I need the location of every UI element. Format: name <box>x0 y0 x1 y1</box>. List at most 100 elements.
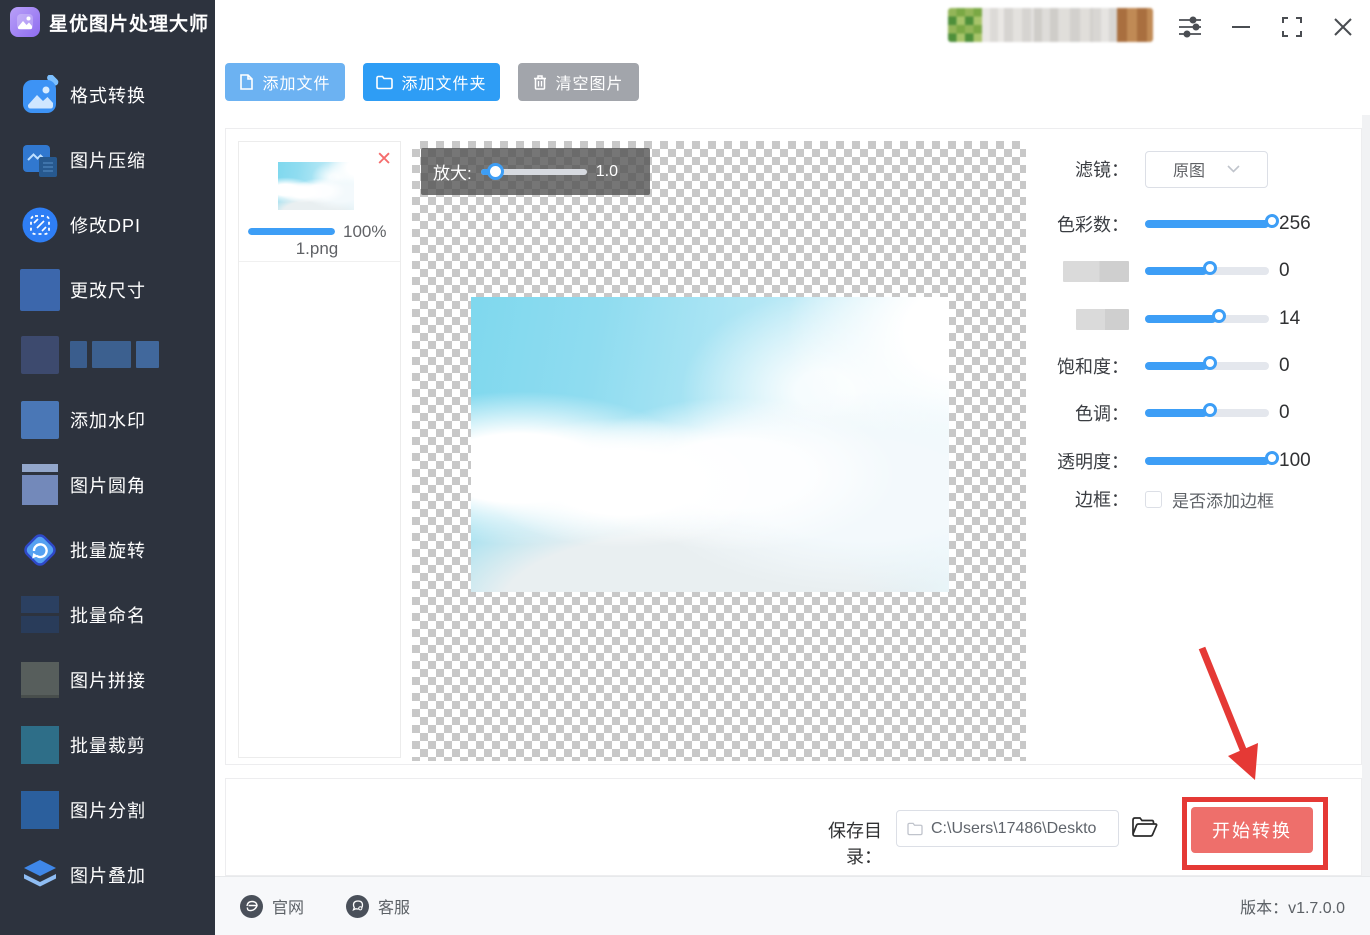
zoom-slider-thumb[interactable] <box>486 162 504 180</box>
color-count-slider[interactable] <box>1145 214 1279 228</box>
sidebar-item-resize[interactable]: 更改尺寸 <box>0 257 215 322</box>
slider-thumb[interactable] <box>1265 214 1279 228</box>
app-title: 星优图片处理大师 <box>49 13 210 35</box>
sidebar-item-image-split[interactable]: 图片分割 <box>0 777 215 842</box>
clear-images-label: 清空图片 <box>555 76 624 93</box>
add-file-button[interactable]: 添加文件 <box>225 63 345 101</box>
slider-fill <box>1145 403 1217 417</box>
right-edge-strip <box>1362 115 1370 876</box>
slider-fill <box>1145 261 1217 275</box>
image-overlay-icon <box>20 855 60 895</box>
sidebar-item-image-compress[interactable]: 图片压缩 <box>0 127 215 192</box>
file-list-panel: ✕ 100% 1.png <box>238 141 401 758</box>
file-thumbnail[interactable] <box>278 162 354 210</box>
resize-icon <box>20 268 60 311</box>
sidebar-item-format-convert[interactable]: 格式转换 <box>0 62 215 127</box>
zoom-label: 放大: <box>433 164 472 183</box>
settings-icon[interactable] <box>1176 13 1203 40</box>
saturation-slider[interactable] <box>1145 356 1269 370</box>
opacity-slider[interactable] <box>1145 451 1279 465</box>
hue-slider[interactable] <box>1145 403 1269 417</box>
footer: 官网 客服 版本：v1.7.0.0 <box>215 876 1370 935</box>
border-checkbox-label: 是否添加边框 <box>1172 491 1274 511</box>
slider-thumb[interactable] <box>1203 261 1217 275</box>
file-progress-row: 100% <box>248 222 393 241</box>
filter-dropdown[interactable]: 原图 <box>1145 150 1268 188</box>
save-dir-input[interactable]: C:\Users\17486\Deskto <box>896 810 1119 847</box>
website-label: 官网 <box>272 900 305 917</box>
slider-fill <box>1145 451 1279 465</box>
redacted-slider[interactable] <box>1145 309 1269 323</box>
sidebar-item-redacted[interactable] <box>0 322 215 387</box>
version-label: 版本：v1.7.0.0 <box>1240 900 1345 917</box>
redacted-label <box>1039 260 1129 282</box>
close-button[interactable] <box>1329 13 1356 40</box>
support-label: 客服 <box>378 900 411 917</box>
clear-images-button[interactable]: 清空图片 <box>518 63 639 101</box>
redacted-slider[interactable] <box>1145 261 1269 275</box>
color-count-value: 256 <box>1279 213 1311 234</box>
sidebar-item-label: 修改DPI <box>70 215 142 236</box>
folder-icon <box>376 75 394 89</box>
progress-bar <box>248 228 335 235</box>
sidebar-item-batch-rename[interactable]: 批量命名 <box>0 582 215 647</box>
start-convert-button[interactable]: 开始转换 <box>1191 807 1313 853</box>
user-account-redacted[interactable] <box>948 8 1153 42</box>
image-icon <box>17 14 33 30</box>
sidebar-item-label: 图片分割 <box>70 800 146 821</box>
modify-dpi-icon <box>20 205 60 245</box>
filter-selected-value: 原图 <box>1172 163 1205 180</box>
slider-thumb[interactable] <box>1265 451 1279 465</box>
saturation-label: 饱和度： <box>1057 357 1129 377</box>
slider-fill <box>1145 309 1226 323</box>
sidebar-item-batch-rotate[interactable]: 批量旋转 <box>0 517 215 582</box>
sidebar-item-label: 批量裁剪 <box>70 735 146 756</box>
batch-rotate-icon <box>20 530 60 570</box>
sidebar-item-label: 格式转换 <box>70 85 146 106</box>
sidebar-item-image-stitch[interactable]: 图片拼接 <box>0 647 215 712</box>
watermark-icon <box>20 400 60 440</box>
app-logo-icon <box>10 7 40 37</box>
sidebar-item-watermark[interactable]: 添加水印 <box>0 387 215 452</box>
filter-panel: 滤镜： 原图 色彩数： 256 0 14 饱和度： 0 色调： 0 透明度： 1… <box>1039 129 1363 764</box>
sidebar-item-label: 图片叠加 <box>70 865 146 886</box>
footer-links: 官网 客服 <box>240 877 410 935</box>
filter-label: 滤镜： <box>1075 160 1129 180</box>
sidebar-item-batch-crop[interactable]: 批量裁剪 <box>0 712 215 777</box>
redacted-slider-value: 0 <box>1279 260 1290 281</box>
saturation-value: 0 <box>1279 355 1290 376</box>
bottom-bar: 保存目录： C:\Users\17486\Deskto 开始转换 <box>225 778 1362 876</box>
window-controls <box>1176 13 1356 40</box>
preview-image[interactable] <box>471 297 949 592</box>
hue-value: 0 <box>1279 402 1290 423</box>
sidebar-item-label: 图片圆角 <box>70 475 146 496</box>
preview-canvas[interactable]: 放大: 1.0 <box>412 141 1026 761</box>
slider-thumb[interactable] <box>1211 309 1226 323</box>
browse-folder-icon[interactable] <box>1131 815 1158 844</box>
save-dir-label: 保存目录： <box>828 821 882 867</box>
sidebar-item-label: 批量旋转 <box>70 540 146 561</box>
zoom-slider[interactable] <box>480 162 587 180</box>
border-checkbox[interactable] <box>1145 490 1162 508</box>
maximize-button[interactable] <box>1278 13 1305 40</box>
sidebar-item-modify-dpi[interactable]: 修改DPI <box>0 192 215 257</box>
official-website-link[interactable]: 官网 <box>240 894 304 918</box>
redacted-slider-row: 0 <box>1039 252 1363 290</box>
sidebar-item-label: 更改尺寸 <box>70 280 146 301</box>
sidebar-item-label: 图片压缩 <box>70 150 146 171</box>
add-folder-label: 添加文件夹 <box>401 76 487 93</box>
slider-thumb[interactable] <box>1203 403 1217 417</box>
delete-file-icon[interactable]: ✕ <box>376 150 392 169</box>
opacity-row: 透明度： 100 <box>1039 442 1363 480</box>
minimize-button[interactable] <box>1227 13 1254 40</box>
sidebar-item-image-overlay[interactable]: 图片叠加 <box>0 842 215 907</box>
rounded-corner-icon <box>20 464 60 505</box>
redacted-slider-row: 14 <box>1039 300 1363 338</box>
slider-thumb[interactable] <box>1203 356 1217 370</box>
progress-fill <box>248 228 335 235</box>
customer-support-link[interactable]: 客服 <box>346 894 410 918</box>
file-list-item[interactable]: ✕ 100% 1.png <box>239 142 400 262</box>
sidebar-item-rounded-corner[interactable]: 图片圆角 <box>0 452 215 517</box>
add-folder-button[interactable]: 添加文件夹 <box>363 63 500 101</box>
zoom-overlay: 放大: 1.0 <box>421 148 650 195</box>
